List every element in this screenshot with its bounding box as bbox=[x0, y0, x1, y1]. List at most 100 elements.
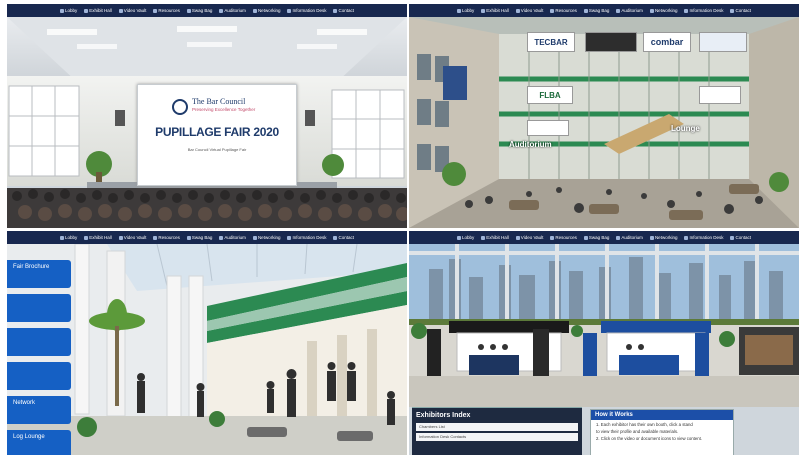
nav-video-vault[interactable]: Video Vault bbox=[118, 235, 146, 240]
nav-contact[interactable]: Contact bbox=[333, 235, 354, 240]
nav-auditorium[interactable]: Auditorium bbox=[616, 8, 643, 13]
exhibitor-index-panel: Exhibitors Index Chambers List Informati… bbox=[412, 407, 582, 455]
bar-council-logo-icon bbox=[172, 99, 188, 115]
bag-icon bbox=[186, 235, 191, 240]
nav-contact[interactable]: Contact bbox=[730, 235, 751, 240]
auditorium-icon bbox=[219, 235, 224, 240]
bag-icon bbox=[583, 235, 588, 240]
nav-resources[interactable]: Resources bbox=[153, 235, 180, 240]
nav-video-vault[interactable]: Video Vault bbox=[515, 8, 543, 13]
nav-auditorium[interactable]: Auditorium bbox=[219, 235, 246, 240]
nav-networking[interactable]: Networking bbox=[252, 8, 280, 13]
booth-icon bbox=[481, 235, 486, 240]
nav-auditorium[interactable]: Auditorium bbox=[616, 235, 643, 240]
lobby-banner[interactable]: TECBAR bbox=[527, 32, 575, 52]
nav-video-vault[interactable]: Video Vault bbox=[515, 235, 543, 240]
exhibitor-index-row[interactable]: Chambers List bbox=[416, 423, 578, 431]
nav-resources[interactable]: Resources bbox=[550, 8, 577, 13]
lounge-label[interactable]: Lounge bbox=[671, 124, 700, 133]
lobby-banner[interactable]: FLBA bbox=[527, 86, 573, 104]
home-icon bbox=[457, 235, 461, 240]
side-menu-network[interactable]: Network bbox=[7, 396, 71, 424]
home-icon bbox=[457, 8, 461, 13]
nav-information-desk[interactable]: Information Desk bbox=[684, 235, 723, 240]
nav-information-desk[interactable]: Information Desk bbox=[287, 8, 326, 13]
panel-exhibit-hall: Lobby Exhibit Hall Video Vault Resources… bbox=[409, 231, 799, 455]
info-icon bbox=[287, 235, 292, 240]
slide-org: The Bar Council bbox=[192, 97, 246, 106]
nav-resources[interactable]: Resources bbox=[550, 235, 577, 240]
side-menu-item[interactable] bbox=[7, 328, 71, 356]
nav-swag-bag[interactable]: Swag Bag bbox=[186, 235, 212, 240]
lobby-banner[interactable]: combar bbox=[643, 32, 691, 52]
info-icon bbox=[287, 8, 292, 13]
auditorium-icon bbox=[616, 8, 621, 13]
lobby-banner-red-small[interactable] bbox=[527, 120, 569, 136]
how-it-works-line: 2. Click on the video or document icons … bbox=[596, 436, 703, 441]
slide-subtitle: Bar Council Virtual Pupillage Fair bbox=[187, 147, 247, 152]
lobby-banner-red[interactable] bbox=[699, 86, 741, 104]
nav-lobby[interactable]: Lobby bbox=[457, 8, 474, 13]
side-menu-item[interactable] bbox=[7, 294, 71, 322]
nav-contact[interactable]: Contact bbox=[333, 8, 354, 13]
video-icon bbox=[515, 8, 520, 13]
info-icon bbox=[684, 8, 689, 13]
nav-exhibit-hall[interactable]: Exhibit Hall bbox=[84, 8, 112, 13]
how-it-works-line: to view their profile and available mate… bbox=[596, 429, 679, 434]
bag-icon bbox=[583, 8, 588, 13]
document-icon bbox=[153, 8, 158, 13]
lobby-banner-blue[interactable] bbox=[699, 32, 747, 52]
booth-icon bbox=[481, 8, 486, 13]
auditorium-icon bbox=[616, 235, 621, 240]
mail-icon bbox=[730, 235, 735, 240]
nav-lobby[interactable]: Lobby bbox=[60, 8, 77, 13]
nav-lobby[interactable]: Lobby bbox=[60, 235, 77, 240]
presentation-screen[interactable]: The Bar Council Preserving Excellence To… bbox=[137, 84, 297, 186]
nav-networking[interactable]: Networking bbox=[252, 235, 280, 240]
auditorium-label[interactable]: Auditorium bbox=[509, 140, 552, 149]
nav-video-vault[interactable]: Video Vault bbox=[118, 8, 146, 13]
exhibit-hall-scene bbox=[409, 244, 799, 407]
panel-lobby: Lobby Exhibit Hall Video Vault Resources… bbox=[409, 4, 799, 228]
nav-exhibit-hall[interactable]: Exhibit Hall bbox=[481, 235, 509, 240]
exhibitor-index-title: Exhibitors Index bbox=[416, 412, 471, 419]
nav-swag-bag[interactable]: Swag Bag bbox=[583, 8, 609, 13]
navbar: Lobby Exhibit Hall Video Vault Resources… bbox=[7, 4, 407, 17]
how-it-works-title: How it Works bbox=[591, 410, 733, 420]
nav-swag-bag[interactable]: Swag Bag bbox=[186, 8, 212, 13]
nav-exhibit-hall[interactable]: Exhibit Hall bbox=[481, 8, 509, 13]
side-menu-log-lounge[interactable]: Log Lounge bbox=[7, 430, 71, 455]
lobby-banner-dark[interactable] bbox=[585, 32, 637, 52]
booth-icon bbox=[84, 235, 89, 240]
slide-tagline: Preserving Excellence Together bbox=[192, 107, 256, 112]
video-icon bbox=[118, 8, 123, 13]
navbar: Lobby Exhibit Hall Video Vault Resources… bbox=[7, 231, 407, 244]
nav-swag-bag[interactable]: Swag Bag bbox=[583, 235, 609, 240]
exhibitor-index-row[interactable]: Information Desk Contacts bbox=[416, 433, 578, 441]
nav-information-desk[interactable]: Information Desk bbox=[684, 8, 723, 13]
nav-networking[interactable]: Networking bbox=[649, 235, 677, 240]
mail-icon bbox=[730, 8, 735, 13]
side-menu-item[interactable] bbox=[7, 362, 71, 390]
people-icon bbox=[252, 8, 257, 13]
people-icon bbox=[649, 235, 654, 240]
side-menu: Fair Brochure Network Log Lounge bbox=[7, 260, 71, 455]
nav-networking[interactable]: Networking bbox=[649, 8, 677, 13]
side-menu-fair-brochure[interactable]: Fair Brochure bbox=[7, 260, 71, 288]
nav-auditorium[interactable]: Auditorium bbox=[219, 8, 246, 13]
nav-information-desk[interactable]: Information Desk bbox=[287, 235, 326, 240]
nav-exhibit-hall[interactable]: Exhibit Hall bbox=[84, 235, 112, 240]
mail-icon bbox=[333, 235, 338, 240]
how-it-works-panel: How it Works 1. Each exhibitor has their… bbox=[590, 409, 734, 455]
slide-title: PUPILLAGE FAIR 2020 bbox=[155, 125, 279, 139]
home-icon bbox=[60, 235, 64, 240]
nav-resources[interactable]: Resources bbox=[153, 8, 180, 13]
how-it-works-line: 1. Each exhibitor has their own booth, c… bbox=[596, 422, 693, 427]
nav-lobby[interactable]: Lobby bbox=[457, 235, 474, 240]
people-icon bbox=[649, 8, 654, 13]
nav-contact[interactable]: Contact bbox=[730, 8, 751, 13]
document-icon bbox=[153, 235, 158, 240]
bag-icon bbox=[186, 8, 191, 13]
info-icon bbox=[684, 235, 689, 240]
video-icon bbox=[515, 235, 520, 240]
